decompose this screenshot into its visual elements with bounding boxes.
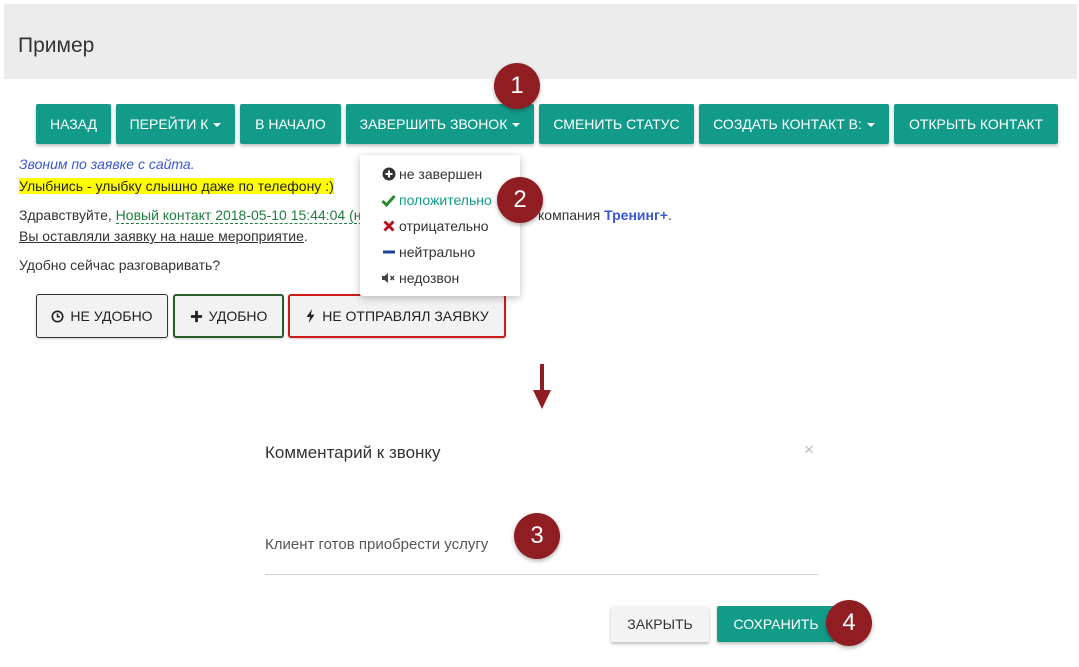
bolt-icon bbox=[305, 309, 316, 323]
greeting-prefix: Здравствуйте, bbox=[19, 207, 112, 223]
back-button[interactable]: Назад bbox=[36, 104, 111, 144]
caret-down-icon bbox=[866, 123, 875, 127]
question-text: Удобно сейчас разговаривать? bbox=[19, 257, 221, 273]
not-sent-request-button[interactable]: Не отправлял заявку bbox=[288, 294, 506, 338]
goto-button-label: Перейти к bbox=[129, 116, 209, 132]
dropdown-item-neutral[interactable]: нейтрально bbox=[380, 242, 475, 262]
contact-name-text: Новый контакт 2018-05-10 15:44:04 bbox=[115, 207, 346, 223]
caret-down-icon bbox=[213, 123, 222, 127]
open-contact-button[interactable]: Открыть контакт bbox=[894, 104, 1058, 144]
company-prefix: компания bbox=[538, 207, 601, 223]
dropdown-item-positive[interactable]: положительно bbox=[380, 190, 492, 210]
modal-close-icon[interactable]: × bbox=[804, 440, 814, 460]
dropdown-item-label: не завершен bbox=[399, 166, 483, 182]
dropdown-item-negative[interactable]: отрицательно bbox=[380, 216, 489, 236]
smile-tip-line: Улыбнись - улыбку слышно даже по телефон… bbox=[19, 178, 334, 194]
request-end: . bbox=[303, 228, 308, 244]
comment-text: Клиент готов приобрести услугу bbox=[265, 535, 489, 553]
greeting-line: Здравствуйте, Новый контакт 2018-05-10 1… bbox=[19, 207, 362, 224]
to-start-button[interactable]: В начало bbox=[240, 104, 341, 144]
save-button-label: Сохранить bbox=[733, 616, 819, 632]
not-sent-request-label: Не отправлял заявку bbox=[322, 308, 489, 324]
save-button[interactable]: Сохранить bbox=[717, 606, 835, 642]
call-source-note: Звоним по заявке с сайта. bbox=[19, 156, 195, 172]
contact-name-link[interactable]: Новый контакт 2018-05-10 15:44:04 (н bbox=[115, 207, 362, 224]
company-line: компания Тренинг+. bbox=[538, 207, 672, 223]
modal-title: Комментарий к звонку bbox=[265, 443, 441, 462]
page-title: Пример bbox=[18, 34, 95, 57]
back-button-label: Назад bbox=[49, 116, 98, 132]
cross-icon bbox=[380, 220, 397, 232]
circle-plus-icon bbox=[380, 167, 397, 181]
not-convenient-label: Не удобно bbox=[70, 308, 153, 324]
dropdown-item-no-answer[interactable]: недозвон bbox=[380, 268, 459, 288]
arrow-down-icon bbox=[532, 364, 552, 415]
not-convenient-button[interactable]: Не удобно bbox=[36, 294, 168, 338]
change-status-button[interactable]: Сменить статус bbox=[539, 104, 694, 144]
request-line: Вы оставляли заявку на наше мероприятие. bbox=[19, 228, 308, 244]
dropdown-item-not-finished[interactable]: не завершен bbox=[380, 164, 482, 184]
minus-icon bbox=[380, 246, 397, 258]
caret-down-icon bbox=[512, 123, 521, 127]
page-header: Пример bbox=[4, 4, 1077, 79]
finish-call-dropdown-menu: не завершен положительно отрицательно не… bbox=[360, 155, 520, 296]
smile-tip: Улыбнись - улыбку слышно даже по телефон… bbox=[19, 178, 334, 194]
dropdown-item-label: положительно bbox=[399, 192, 492, 208]
dropdown-item-label: нейтрально bbox=[399, 244, 476, 260]
open-contact-button-label: Открыть контакт bbox=[908, 116, 1044, 132]
company-name: Тренинг+ bbox=[604, 207, 668, 223]
to-start-button-label: В начало bbox=[255, 116, 326, 132]
check-icon bbox=[380, 194, 397, 207]
modal-close-button-label: Закрыть bbox=[627, 616, 693, 632]
step-badge-2: 2 bbox=[497, 177, 543, 223]
change-status-button-label: Сменить статус bbox=[553, 116, 680, 132]
dropdown-item-label: отрицательно bbox=[399, 218, 489, 234]
plus-icon bbox=[190, 310, 203, 323]
finish-call-button[interactable]: Завершить звонок bbox=[346, 104, 534, 144]
create-contact-button-label: Создать контакт в: bbox=[713, 116, 862, 132]
create-contact-dropdown-button[interactable]: Создать контакт в: bbox=[699, 104, 889, 144]
step-badge-1: 1 bbox=[494, 63, 540, 109]
goto-dropdown-button[interactable]: Перейти к bbox=[116, 104, 235, 144]
convenient-label: Удобно bbox=[208, 308, 268, 324]
mute-icon bbox=[380, 272, 397, 284]
clock-icon bbox=[51, 309, 64, 323]
step-badge-3: 3 bbox=[514, 513, 560, 559]
convenient-button[interactable]: Удобно bbox=[173, 294, 284, 338]
request-link[interactable]: Вы оставляли заявку на наше мероприятие bbox=[19, 228, 304, 244]
company-end: . bbox=[667, 207, 672, 223]
finish-call-button-label: Завершить звонок bbox=[359, 116, 508, 132]
modal-close-button[interactable]: Закрыть bbox=[611, 606, 709, 642]
step-badge-4: 4 bbox=[826, 600, 872, 646]
dropdown-item-label: недозвон bbox=[399, 270, 460, 286]
